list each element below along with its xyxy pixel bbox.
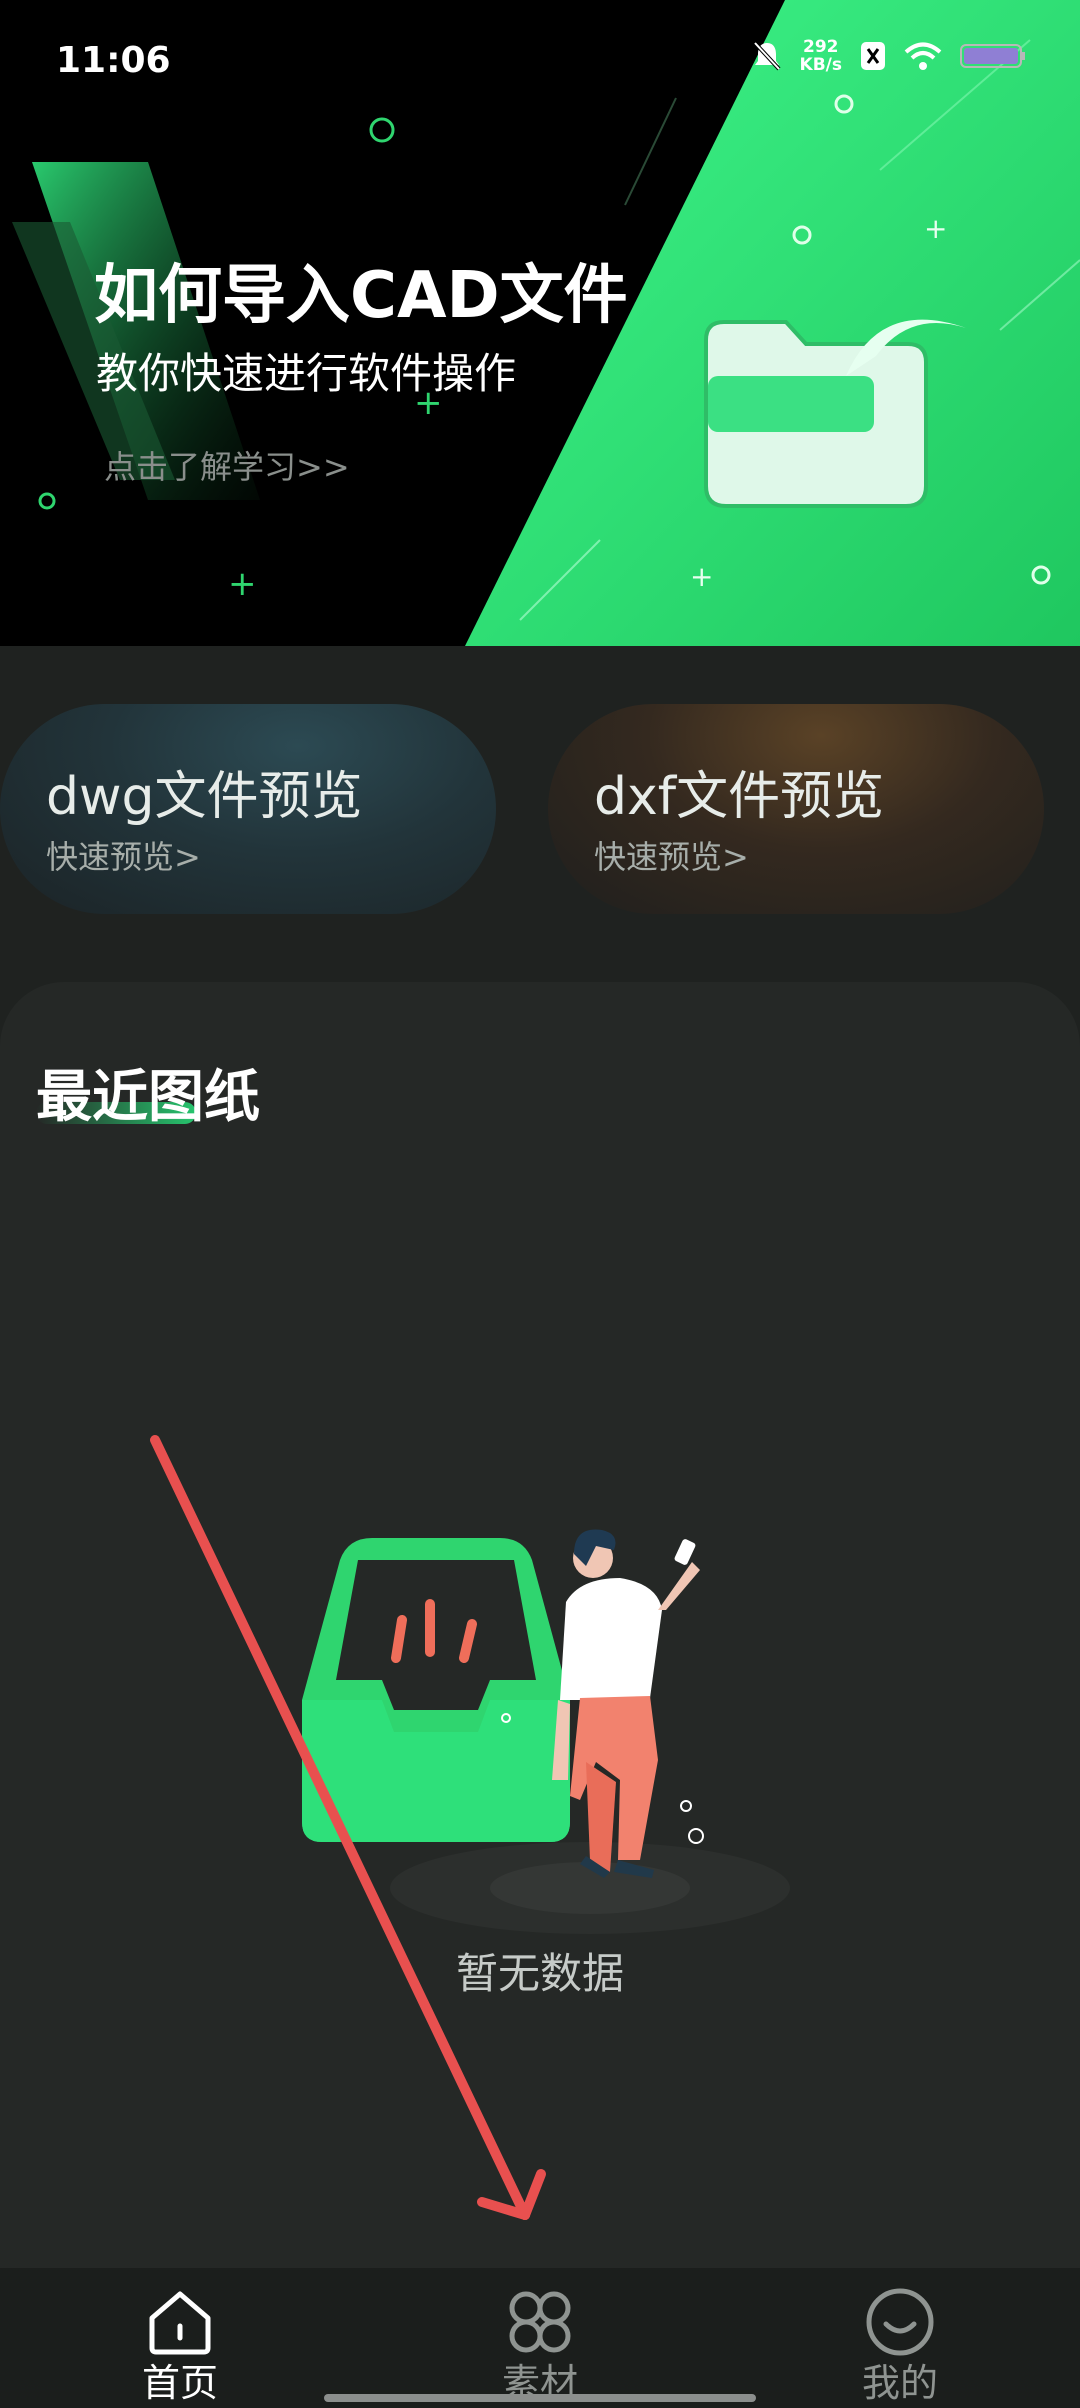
net-speed: 292 KB/s [800, 38, 842, 74]
dxf-preview-title: dxf文件预览 [594, 767, 885, 827]
grid-icon [509, 2291, 571, 2353]
dwg-preview-button[interactable]: dwg文件预览 快速预览> [0, 704, 496, 914]
dxf-preview-subtitle: 快速预览> [594, 838, 749, 876]
recent-drawings-title: 最近图纸 [36, 1065, 260, 1130]
dwg-preview-title: dwg文件预览 [46, 767, 363, 827]
empty-state-illustration [302, 1529, 790, 1934]
smile-icon [866, 2288, 934, 2356]
dxf-preview-button[interactable]: dxf文件预览 快速预览> [548, 704, 1044, 914]
person-figure [552, 1529, 700, 1878]
nav-materials[interactable]: 素材 [440, 2268, 640, 2408]
status-time: 11:06 [56, 40, 171, 81]
nav-home[interactable]: 首页 [80, 2268, 280, 2408]
net-speed-value: 292 [803, 37, 839, 57]
status-icons: 292 KB/s [752, 38, 1026, 74]
svg-text:+: + [228, 564, 257, 604]
svg-text:+: + [924, 212, 947, 245]
nav-home-label: 首页 [141, 2361, 218, 2405]
svg-text:+: + [690, 560, 713, 593]
net-speed-unit: KB/s [799, 55, 842, 75]
home-icon [149, 2291, 211, 2355]
nav-profile[interactable]: 我的 [800, 2268, 1000, 2408]
banner-title: 如何导入CAD文件 [94, 259, 628, 333]
banner-subtitle: 教你快速进行软件操作 [96, 349, 517, 398]
wifi-icon [904, 42, 942, 70]
promo-banner[interactable]: + + + + 11:06 292 KB/s 如何导入CAD文件 教你快速进行软… [0, 0, 1080, 646]
sim-icon [861, 42, 885, 70]
nav-profile-label: 我的 [861, 2361, 938, 2405]
dwg-preview-subtitle: 快速预览> [46, 838, 201, 876]
bell-muted-icon [753, 41, 781, 71]
banner-learn-more-link[interactable]: 点击了解学习>> [104, 442, 350, 488]
battery-icon [960, 44, 1025, 68]
home-indicator[interactable] [324, 2394, 756, 2402]
empty-state-text: 暂无数据 [455, 1949, 624, 1998]
